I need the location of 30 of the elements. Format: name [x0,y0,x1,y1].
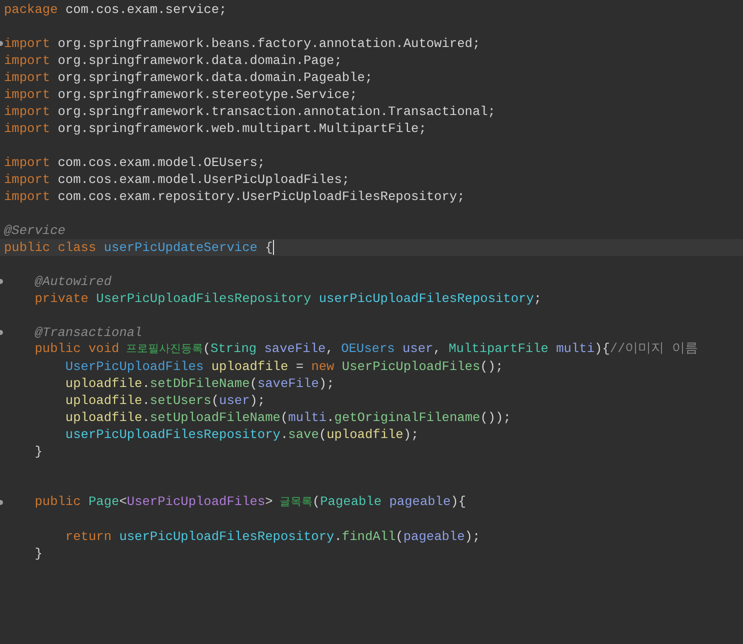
code-line: import com.cos.exam.repository.UserPicUploadFilesRepository; [4,188,465,205]
code-line: userPicUploadFilesRepository.save(uploadfile); [64,426,419,443]
code-line: public class userPicUpdateService { [4,239,273,256]
code-line: public Page<UserPicUploadFiles> 글목록(Pageable pageable){ [34,493,466,511]
code-line: import org.springframework.web.multipart.MultipartFile; [4,120,426,137]
code-line: @Service [4,222,66,239]
fold-marker-icon[interactable] [0,500,3,505]
code-line: import org.springframework.stereotype.Service; [4,86,358,103]
fold-marker-icon[interactable] [0,279,3,284]
text-cursor [272,240,274,255]
code-line: @Transactional [34,324,142,341]
code-line: @Autowired [34,273,112,290]
code-line: private UserPicUploadFilesRepository userPicUploadFilesRepository; [34,290,542,307]
code-line: UserPicUploadFiles uploadfile = new UserPicUploadFiles(); [64,358,504,375]
code-line: package com.cos.exam.service; [4,1,227,18]
code-line: import org.springframework.data.domain.Page; [4,52,342,69]
code-line: uploadfile.setUploadFileName(multi.getOriginalFilename()); [64,409,511,426]
code-line: import com.cos.exam.model.OEUsers; [4,154,266,171]
code-line: } [34,545,42,562]
fold-marker-icon[interactable] [0,41,3,46]
code-line: import org.springframework.transaction.annotation.Transactional; [4,103,496,120]
code-line: import org.springframework.beans.factory.annotation.Autowired; [4,35,480,52]
code-line: uploadfile.setDbFileName(saveFile); [64,375,334,392]
code-line: return userPicUploadFilesRepository.findAll(pageable); [64,528,480,545]
code-line: uploadfile.setUsers(user); [64,392,266,409]
code-line: public void 프로필사진등록(String saveFile, OEUsers user, MultipartFile multi){//이미지 이름 [34,340,698,358]
code-line: import com.cos.exam.model.UserPicUploadFiles; [4,171,350,188]
code-line: import org.springframework.data.domain.Pageable; [4,69,373,86]
fold-marker-icon[interactable] [0,330,3,335]
code-line: } [34,443,42,460]
